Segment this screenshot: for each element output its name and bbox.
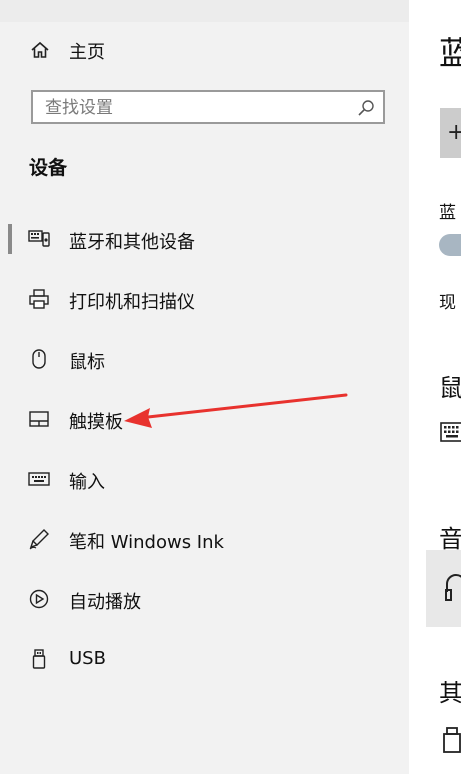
content-pane: 蓝 + 蓝 现 鼠 音 其 [409,0,461,774]
search-box[interactable] [31,90,385,124]
sidebar-item-pen[interactable]: 笔和 Windows Ink [0,512,409,568]
status-text: 现 [439,293,456,313]
sidebar-item-bluetooth[interactable]: 蓝牙和其他设备 [0,212,409,268]
settings-nav-pane: 主页 设备 蓝牙和其他设备 打印机和扫描仪 [0,0,409,774]
section-title: 设备 [29,157,68,179]
search-input[interactable] [43,95,347,121]
keyboard-device-icon [440,422,461,442]
home-label: 主页 [69,42,105,63]
sidebar-item-label: 蓝牙和其他设备 [69,232,195,253]
sidebar-item-label: 鼠标 [69,352,105,373]
nav-home[interactable]: 主页 [0,28,409,72]
sidebar-item-usb[interactable]: USB [0,632,409,688]
usb-icon [32,649,46,669]
sidebar-item-label: 打印机和扫描仪 [69,292,195,313]
sidebar-item-label: 自动播放 [69,592,141,613]
page-title: 蓝 [439,34,461,72]
add-device-button[interactable]: + [440,108,461,158]
keyboard-icon [28,472,50,486]
sidebar-item-touchpad[interactable]: 触摸板 [0,392,409,448]
bluetooth-toggle[interactable] [439,234,461,256]
sidebar-item-label: 输入 [69,472,105,493]
printer-icon [29,289,49,309]
plus-icon: + [447,120,461,145]
sidebar-item-printers[interactable]: 打印机和扫描仪 [0,272,409,328]
section-heading-mouse: 鼠 [439,374,461,402]
sidebar-item-label: 笔和 Windows Ink [69,532,224,553]
sidebar-item-mouse[interactable]: 鼠标 [0,332,409,388]
headphones-icon [445,574,461,601]
bluetooth-devices-icon [28,230,50,247]
sidebar-item-label: USB [69,648,106,669]
mouse-icon [32,349,46,369]
sidebar-item-label: 触摸板 [69,412,123,433]
touchpad-icon [29,411,49,427]
device-icon [443,727,461,753]
title-bar-area [0,0,409,22]
sidebar-item-autoplay[interactable]: 自动播放 [0,572,409,628]
sidebar-item-typing[interactable]: 输入 [0,452,409,508]
search-icon[interactable] [357,99,375,117]
autoplay-icon [29,589,49,609]
bluetooth-label: 蓝 [439,203,456,223]
pen-icon [29,529,49,550]
section-heading-audio: 音 [439,525,461,553]
section-heading-other: 其 [439,679,461,707]
home-icon [31,41,49,58]
